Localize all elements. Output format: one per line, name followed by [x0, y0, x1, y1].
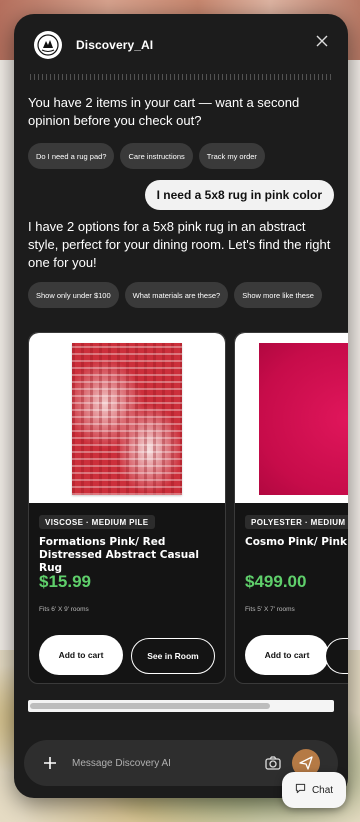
- product-image[interactable]: [235, 333, 348, 503]
- product-price: $499.00: [245, 572, 307, 591]
- product-name[interactable]: Cosmo Pink/ Pink S: [245, 536, 348, 549]
- chip-more-like-these[interactable]: Show more like these: [234, 282, 322, 308]
- bot-message: You have 2 items in your cart — want a s…: [28, 95, 300, 128]
- header-divider: [30, 74, 332, 80]
- chat-launcher-button[interactable]: Chat: [282, 772, 346, 808]
- camera-icon[interactable]: [264, 754, 282, 772]
- add-to-cart-button[interactable]: Add to cart: [245, 635, 329, 675]
- chat-panel: Discovery_AI You have 2 items in your ca…: [14, 14, 348, 798]
- product-carousel[interactable]: VISCOSE · MEDIUM PILE Formations Pink/ R…: [28, 332, 348, 684]
- chat-label: Chat: [311, 784, 334, 796]
- see-in-room-button[interactable]: [325, 638, 348, 674]
- see-in-room-button[interactable]: See in Room: [131, 638, 215, 674]
- chip-track-order[interactable]: Track my order: [198, 143, 265, 169]
- product-name[interactable]: Formations Pink/ Red Distressed Abstract…: [39, 536, 219, 575]
- chip-under-100[interactable]: Show only under $100: [28, 282, 119, 308]
- chat-title: Discovery_AI: [76, 38, 154, 52]
- user-message: I need a 5x8 rug in pink color: [144, 180, 334, 210]
- product-card[interactable]: VISCOSE · MEDIUM PILE Formations Pink/ R…: [28, 332, 226, 684]
- message-input[interactable]: [72, 751, 252, 775]
- chat-header: Discovery_AI: [14, 14, 348, 80]
- suggestion-chips: Show only under $100 What materials are …: [28, 282, 322, 308]
- scrollbar-thumb[interactable]: [30, 703, 270, 709]
- suggestion-chips: Do I need a rug pad? Care instructions T…: [28, 143, 265, 169]
- product-image[interactable]: [29, 333, 225, 503]
- brand-logo: [34, 31, 62, 59]
- rug-image: [259, 343, 348, 495]
- add-to-cart-button[interactable]: Add to cart: [39, 635, 123, 675]
- product-card[interactable]: POLYESTER · MEDIUM Cosmo Pink/ Pink S $4…: [234, 332, 348, 684]
- chip-care-instructions[interactable]: Care instructions: [120, 143, 193, 169]
- rug-image: [72, 343, 182, 495]
- carousel-scrollbar[interactable]: [28, 700, 334, 712]
- bot-message: I have 2 options for a 5x8 pink rug in a…: [28, 219, 331, 270]
- chat-icon: [295, 783, 306, 797]
- material-badge: POLYESTER · MEDIUM: [245, 515, 348, 529]
- product-price: $15.99: [39, 572, 91, 591]
- product-fits: Fits 6' X 9' rooms: [39, 606, 89, 613]
- chip-materials[interactable]: What materials are these?: [124, 282, 229, 308]
- product-fits: Fits 5' X 7' rooms: [245, 606, 295, 613]
- material-badge: VISCOSE · MEDIUM PILE: [39, 515, 155, 529]
- close-icon[interactable]: [312, 31, 332, 51]
- plus-icon[interactable]: [40, 753, 60, 773]
- chip-rug-pad[interactable]: Do I need a rug pad?: [28, 143, 115, 169]
